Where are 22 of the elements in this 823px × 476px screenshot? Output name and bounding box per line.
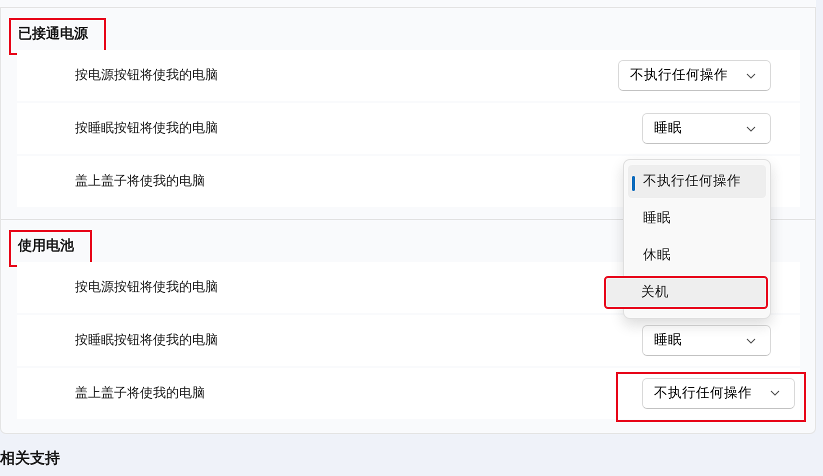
dropdown[interactable]: 不执行任何操作 xyxy=(618,60,771,91)
chevron-down-icon xyxy=(746,72,756,78)
chevron-down-icon xyxy=(746,338,756,344)
setting-label: 按睡眠按钮将使我的电脑 xyxy=(75,332,218,350)
menu-item[interactable]: 不执行任何操作 xyxy=(628,165,766,198)
dropdown[interactable]: 睡眠 xyxy=(642,113,771,144)
setting-label: 按睡眠按钮将使我的电脑 xyxy=(75,120,218,138)
chevron-down-icon xyxy=(746,126,756,132)
section-title: 已接通电源 xyxy=(18,26,88,42)
menu-item[interactable]: 睡眠 xyxy=(628,202,766,235)
dropdown[interactable]: 睡眠 xyxy=(642,325,771,356)
setting-label: 盖上盖子将使我的电脑 xyxy=(75,384,205,403)
section-heading: 相关支持 xyxy=(0,448,60,468)
menu-item[interactable]: 关机 xyxy=(604,276,768,309)
section-title: 使用电池 xyxy=(18,238,74,254)
menu-item[interactable]: 休眠 xyxy=(628,239,766,272)
selection-indicator xyxy=(632,176,635,191)
setting-label: 盖上盖子将使我的电脑 xyxy=(75,172,205,191)
setting-label: 按电源按钮将使我的电脑 xyxy=(75,66,218,85)
chevron-down-icon xyxy=(770,390,780,396)
dropdown[interactable]: 不执行任何操作 xyxy=(642,378,795,408)
setting-label: 按电源按钮将使我的电脑 xyxy=(75,278,218,297)
